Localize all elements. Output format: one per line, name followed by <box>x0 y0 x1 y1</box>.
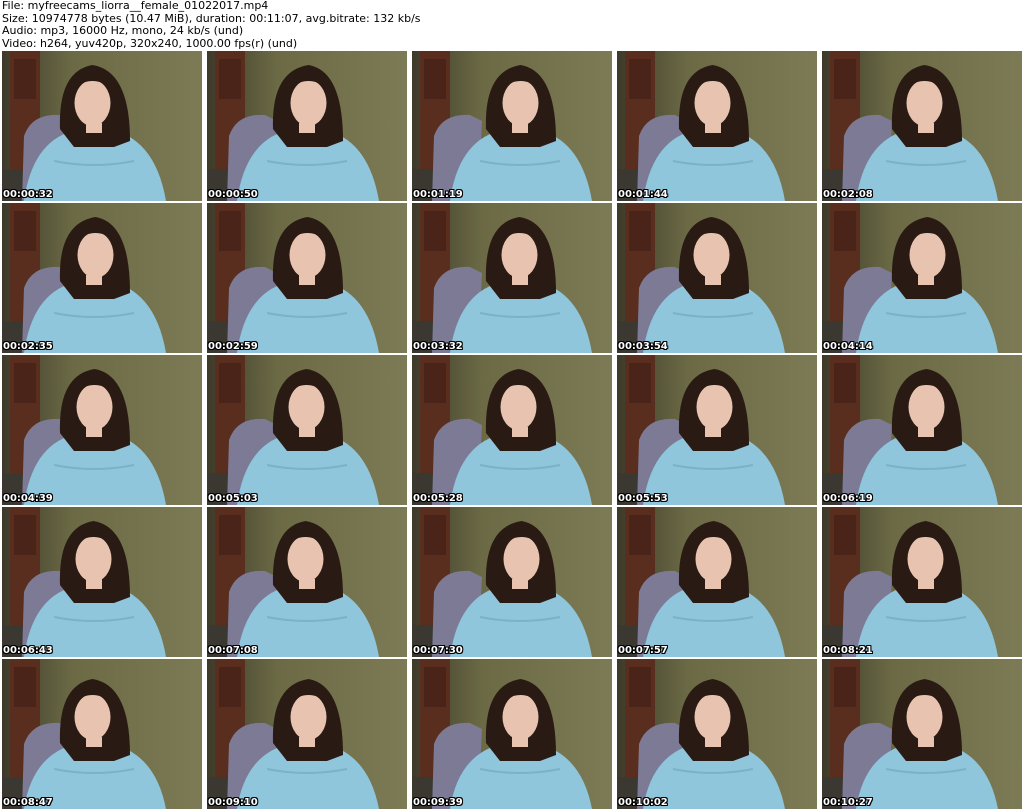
frame-timestamp: 00:02:59 <box>208 341 258 352</box>
frame-timestamp: 00:07:08 <box>208 645 258 656</box>
webcam-scene-image <box>617 507 817 657</box>
frame-timestamp: 00:08:21 <box>823 645 873 656</box>
frame-timestamp: 00:10:27 <box>823 797 873 808</box>
frame-timestamp: 00:01:19 <box>413 189 463 200</box>
video-frame-thumbnail: 00:08:21 <box>822 507 1022 657</box>
frame-timestamp: 00:05:28 <box>413 493 463 504</box>
video-frame-thumbnail: 00:10:02 <box>617 659 817 809</box>
frame-timestamp: 00:00:50 <box>208 189 258 200</box>
video-frame-thumbnail: 00:07:08 <box>207 507 407 657</box>
webcam-scene-image <box>2 355 202 505</box>
webcam-scene-image <box>207 659 407 809</box>
audio-info-line: Audio: mp3, 16000 Hz, mono, 24 kb/s (und… <box>2 24 244 37</box>
thumbnail-grid: 00:00:32 00:00:50 00:01:19 00:01:44 00:02:08… <box>2 51 1022 809</box>
webcam-scene-image <box>207 355 407 505</box>
webcam-scene-image <box>207 51 407 201</box>
video-frame-thumbnail: 00:02:35 <box>2 203 202 353</box>
video-frame-thumbnail: 00:07:30 <box>412 507 612 657</box>
video-frame-thumbnail: 00:01:44 <box>617 51 817 201</box>
webcam-scene-image <box>412 507 612 657</box>
webcam-scene-image <box>822 355 1022 505</box>
video-frame-thumbnail: 00:04:39 <box>2 355 202 505</box>
video-frame-thumbnail: 00:08:47 <box>2 659 202 809</box>
frame-timestamp: 00:08:47 <box>3 797 53 808</box>
frame-timestamp: 00:00:32 <box>3 189 53 200</box>
video-frame-thumbnail: 00:03:32 <box>412 203 612 353</box>
webcam-scene-image <box>822 203 1022 353</box>
frame-timestamp: 00:05:53 <box>618 493 668 504</box>
webcam-scene-image <box>2 507 202 657</box>
webcam-scene-image <box>617 355 817 505</box>
webcam-scene-image <box>412 355 612 505</box>
webcam-scene-image <box>617 51 817 201</box>
frame-timestamp: 00:06:43 <box>3 645 53 656</box>
frame-timestamp: 00:06:19 <box>823 493 873 504</box>
frame-timestamp: 00:09:39 <box>413 797 463 808</box>
video-frame-thumbnail: 00:00:32 <box>2 51 202 201</box>
frame-timestamp: 00:04:14 <box>823 341 873 352</box>
frame-timestamp: 00:02:35 <box>3 341 53 352</box>
frame-timestamp: 00:01:44 <box>618 189 668 200</box>
webcam-scene-image <box>207 203 407 353</box>
video-frame-thumbnail: 00:05:28 <box>412 355 612 505</box>
video-frame-thumbnail: 00:00:50 <box>207 51 407 201</box>
frame-timestamp: 00:10:02 <box>618 797 668 808</box>
webcam-scene-image <box>2 659 202 809</box>
video-frame-thumbnail: 00:05:53 <box>617 355 817 505</box>
video-info-line: Video: h264, yuv420p, 320x240, 1000.00 f… <box>2 36 298 50</box>
frame-timestamp: 00:07:30 <box>413 645 463 656</box>
webcam-scene-image <box>207 507 407 657</box>
video-frame-thumbnail: 00:09:39 <box>412 659 612 809</box>
video-frame-thumbnail: 00:01:19 <box>412 51 612 201</box>
webcam-scene-image <box>822 507 1022 657</box>
video-frame-thumbnail: 00:07:57 <box>617 507 817 657</box>
video-frame-thumbnail: 00:03:54 <box>617 203 817 353</box>
video-frame-thumbnail: 00:06:19 <box>822 355 1022 505</box>
file-name-line: File: myfreecams_liorra__female_01022017… <box>2 0 269 12</box>
video-frame-thumbnail: 00:02:59 <box>207 203 407 353</box>
frame-timestamp: 00:02:08 <box>823 189 873 200</box>
frame-timestamp: 00:07:57 <box>618 645 668 656</box>
video-frame-thumbnail: 00:05:03 <box>207 355 407 505</box>
frame-timestamp: 00:04:39 <box>3 493 53 504</box>
file-info-header: File: myfreecams_liorra__female_01022017… <box>2 0 1022 50</box>
video-frame-thumbnail: 00:04:14 <box>822 203 1022 353</box>
webcam-scene-image <box>2 203 202 353</box>
webcam-scene-image <box>822 659 1022 809</box>
video-frame-thumbnail: 00:02:08 <box>822 51 1022 201</box>
video-frame-thumbnail: 00:06:43 <box>2 507 202 657</box>
frame-timestamp: 00:09:10 <box>208 797 258 808</box>
webcam-scene-image <box>2 51 202 201</box>
frame-timestamp: 00:05:03 <box>208 493 258 504</box>
frame-timestamp: 00:03:54 <box>618 341 668 352</box>
webcam-scene-image <box>412 51 612 201</box>
webcam-scene-image <box>617 203 817 353</box>
webcam-scene-image <box>822 51 1022 201</box>
frame-timestamp: 00:03:32 <box>413 341 463 352</box>
video-frame-thumbnail: 00:09:10 <box>207 659 407 809</box>
webcam-scene-image <box>617 659 817 809</box>
webcam-scene-image <box>412 203 612 353</box>
webcam-scene-image <box>412 659 612 809</box>
video-frame-thumbnail: 00:10:27 <box>822 659 1022 809</box>
